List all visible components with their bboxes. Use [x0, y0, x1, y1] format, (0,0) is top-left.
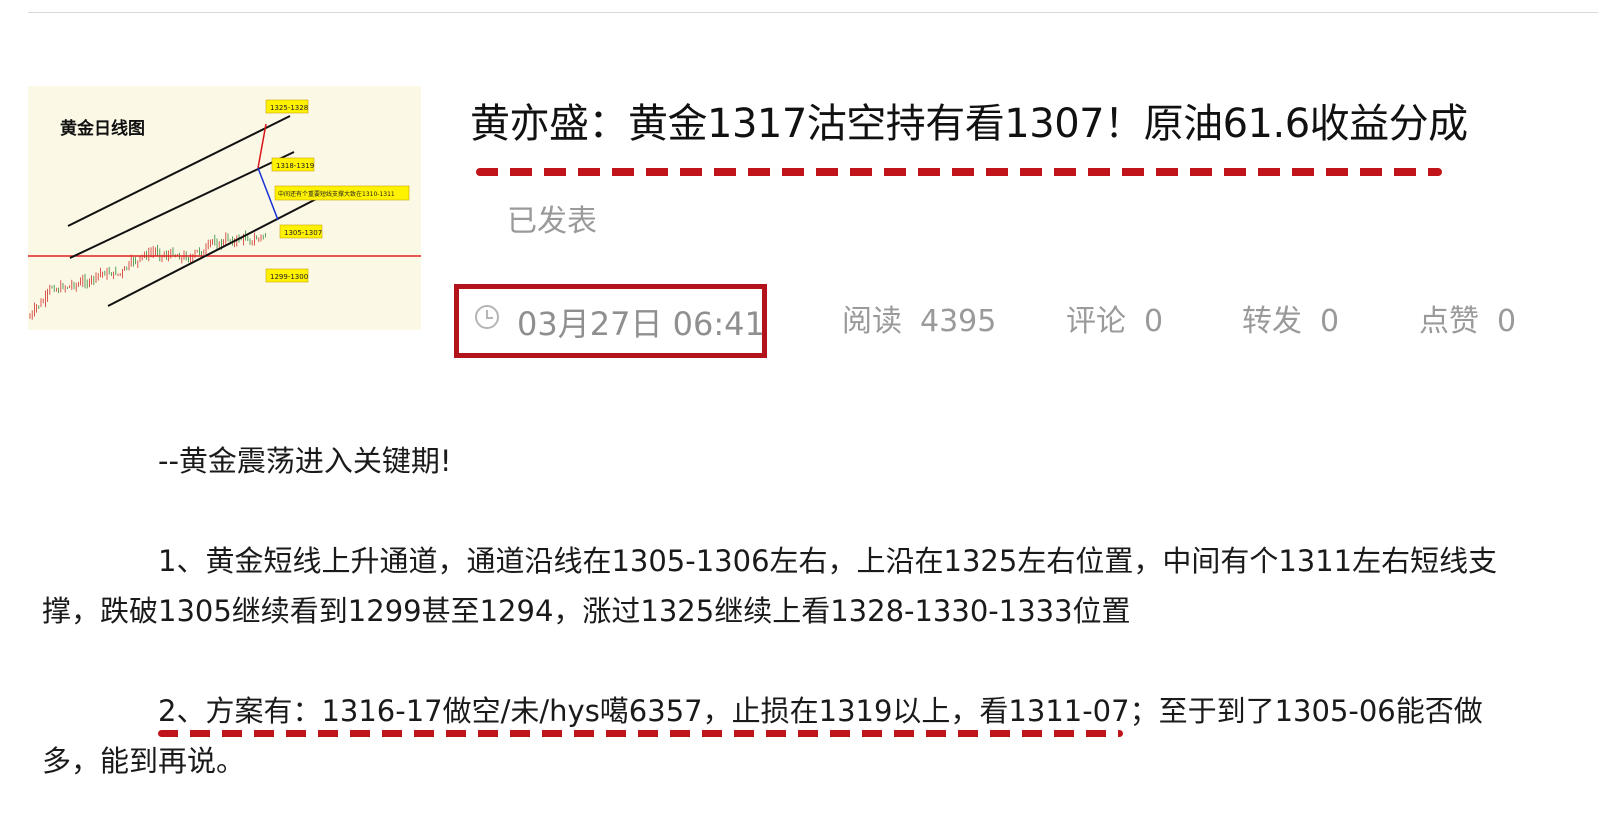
stat-reads: 阅读 4395 — [842, 296, 996, 340]
stat-shares[interactable]: 转发 0 — [1242, 296, 1339, 340]
label-1325: 1325-1328 — [270, 104, 308, 112]
publish-time-highlight: 03月27日 06:41 — [454, 284, 767, 358]
paragraph-text: 1、黄金短线上升通道，通道沿线在1305-1306左右，上沿在1325左右位置，… — [42, 544, 1498, 628]
stat-comments-value: 0 — [1144, 304, 1164, 339]
title-highlight-underline — [476, 168, 1442, 176]
article-paragraph-2: 1、黄金短线上升通道，通道沿线在1305-1306左右，上沿在1325左右位置，… — [42, 536, 1522, 636]
label-1318: 1318-1319 — [276, 162, 314, 170]
chart-title: 黄金日线图 — [60, 118, 145, 139]
stat-shares-value: 0 — [1320, 304, 1340, 339]
channel-lower-line — [107, 195, 323, 307]
plan-highlight-underline — [158, 730, 1123, 737]
label-1299: 1299-1300 — [270, 273, 308, 281]
stat-comments[interactable]: 评论 0 — [1066, 296, 1163, 340]
stat-reads-value: 4395 — [920, 304, 997, 339]
stat-likes-value: 0 — [1497, 304, 1517, 339]
label-support: 中间还有个重要短线支撑大致在1310-1311 — [278, 190, 395, 198]
stat-reads-label: 阅读 — [842, 304, 902, 339]
article-thumbnail-chart[interactable]: 黄金日线图 1325-1328 1318-1319 中间还有个重要短线支撑大致在… — [28, 86, 421, 330]
paragraph-text: --黄金震荡进入关键期! — [158, 444, 452, 478]
stat-likes-label: 点赞 — [1419, 304, 1479, 339]
channel-middle-line — [69, 151, 295, 259]
gold-daily-chart: 黄金日线图 1325-1328 1318-1319 中间还有个重要短线支撑大致在… — [28, 99, 421, 320]
top-divider — [28, 12, 1598, 13]
publish-time: 03月27日 06:41 — [517, 305, 765, 343]
label-1305: 1305-1307 — [284, 229, 322, 237]
stat-shares-label: 转发 — [1242, 304, 1302, 339]
clock-icon — [475, 305, 499, 329]
stat-likes[interactable]: 点赞 0 — [1419, 296, 1516, 340]
article-paragraph-1: --黄金震荡进入关键期! — [42, 436, 1522, 486]
stat-comments-label: 评论 — [1066, 304, 1126, 339]
publish-status: 已发表 — [507, 204, 597, 239]
article-title[interactable]: 黄亦盛：黄金1317沽空持有看1307！原油61.6收益分成 — [470, 96, 1468, 152]
